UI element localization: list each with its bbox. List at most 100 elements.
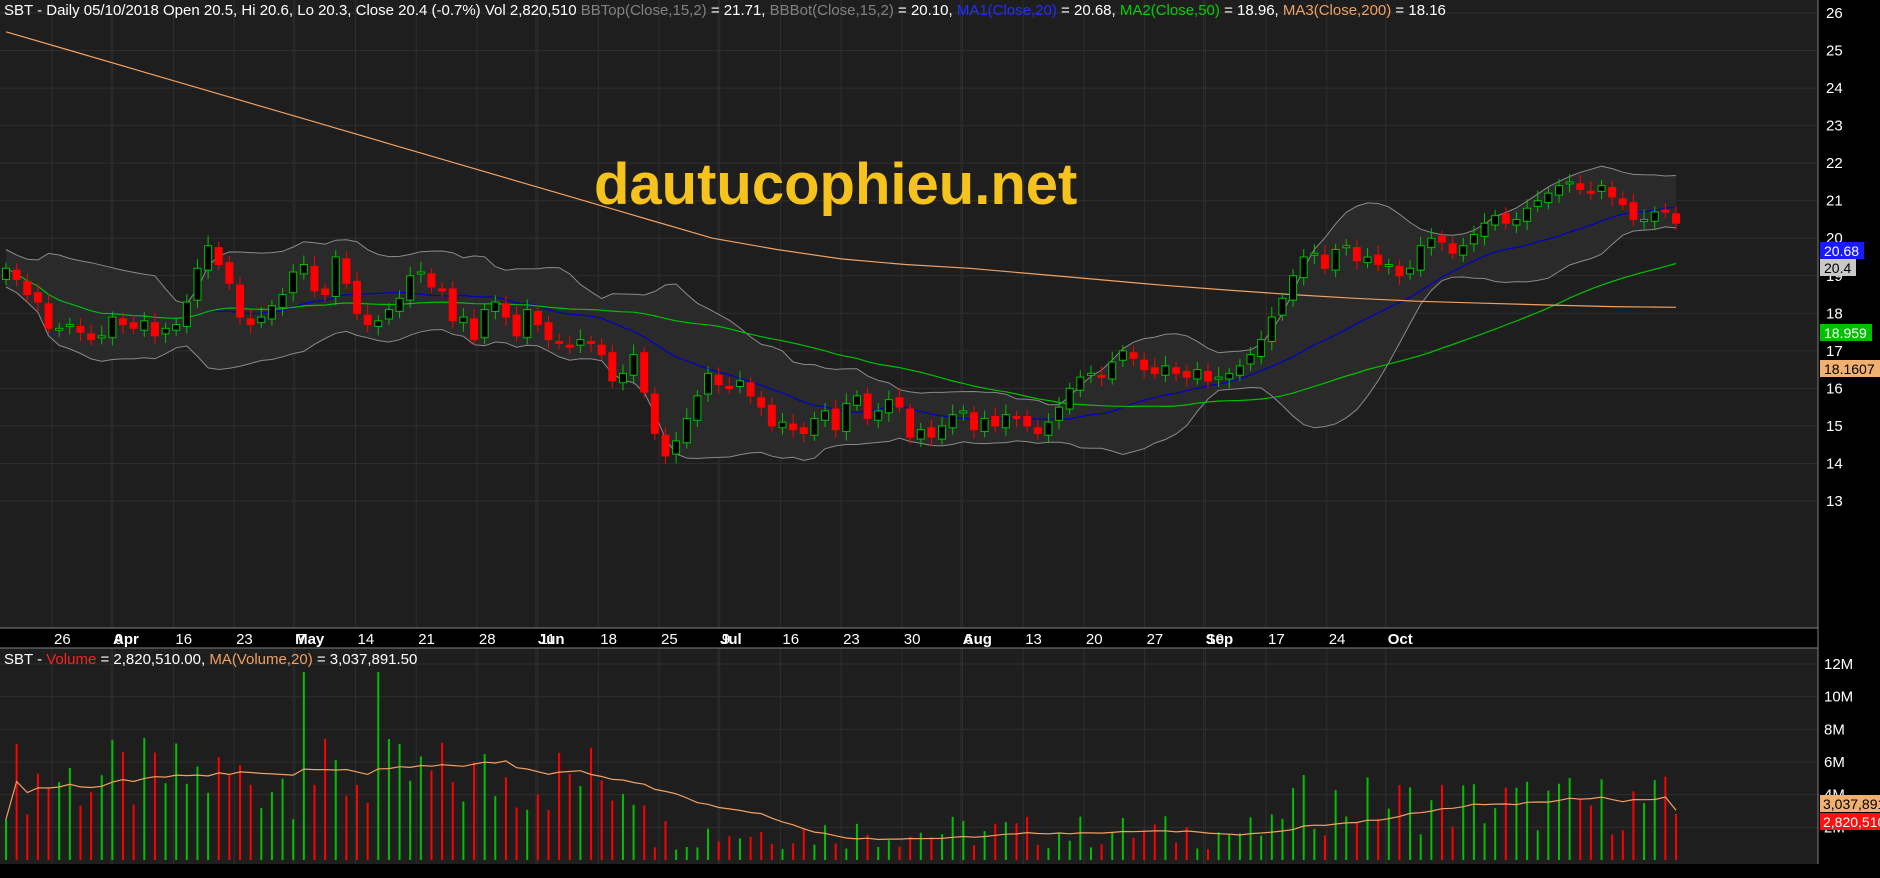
candle-down: [895, 397, 904, 408]
candle-down: [831, 408, 840, 431]
candle-up: [140, 320, 149, 331]
candle-down: [23, 280, 32, 296]
candle-up: [108, 316, 117, 339]
volume-tag-volume: 2,820,510: [1820, 813, 1880, 830]
candle-down: [565, 344, 574, 348]
volume-axis-tick: 12M: [1824, 656, 1853, 673]
candle-up: [1554, 185, 1563, 196]
candle-up: [1533, 200, 1542, 207]
header-ma1-value: = 20.68,: [1057, 2, 1120, 19]
candle-down: [608, 352, 617, 382]
candle-down: [640, 352, 649, 393]
candle-down: [129, 322, 138, 329]
svg-text:20.68: 20.68: [1824, 243, 1859, 259]
candle-down: [363, 314, 372, 326]
candle-up: [1384, 264, 1393, 268]
candle-up: [1565, 181, 1574, 185]
price-tag-ma2: 18.959: [1820, 324, 1872, 341]
candle-down: [650, 393, 659, 434]
candle-down: [1437, 235, 1446, 243]
candle-up: [1225, 372, 1234, 380]
candle-down: [150, 322, 159, 337]
x-axis-date-label: 18: [600, 631, 617, 648]
header-bbbot-label: BBBot(Close,15,2): [770, 2, 894, 19]
candle-up: [1650, 211, 1659, 222]
volume-tag-ma: 3,037,891: [1820, 795, 1880, 812]
volume-header-dash: -: [33, 651, 46, 668]
price-axis-tick: 24: [1826, 80, 1843, 97]
volume-header-label: Volume: [46, 651, 96, 668]
candle-up: [267, 305, 276, 320]
candle-down: [714, 374, 723, 386]
candle-up: [704, 372, 713, 395]
candle-up: [693, 395, 702, 421]
candle-up: [1289, 275, 1298, 301]
candle-up: [1044, 421, 1053, 436]
candle-up: [884, 399, 893, 414]
candle-down: [1618, 198, 1627, 205]
candle-up: [938, 425, 947, 440]
candle-up: [1597, 185, 1606, 192]
header-info: - Daily 05/10/2018 Open 20.5, Hi 20.6, L…: [33, 2, 581, 19]
candle-up: [1469, 233, 1478, 245]
header-ma3-label: MA3(Close,200): [1283, 2, 1391, 19]
x-axis-date-label: 6: [965, 631, 973, 648]
candle-up: [1523, 207, 1532, 222]
candle-up: [1076, 376, 1085, 391]
candle-up: [459, 316, 468, 324]
candle-down: [1172, 367, 1181, 374]
candle-up: [1214, 376, 1223, 380]
svg-text:2,820,510: 2,820,510: [1823, 814, 1880, 830]
candle-down: [767, 404, 776, 427]
header-ma2-label: MA2(Close,50): [1120, 2, 1220, 19]
price-axis-tick: 23: [1826, 118, 1843, 135]
candle-up: [1342, 245, 1351, 249]
x-axis-date-label: 9: [722, 631, 730, 648]
candle-down: [906, 408, 915, 438]
candle-up: [1278, 297, 1287, 316]
x-axis-date-label: 26: [54, 631, 71, 648]
candle-up: [161, 327, 170, 335]
candle-down: [246, 318, 255, 326]
candle-down: [448, 288, 457, 322]
candle-up: [1267, 316, 1276, 342]
x-axis-date-label: 11: [540, 631, 556, 648]
candle-up: [65, 324, 74, 328]
candle-down: [44, 303, 53, 329]
candle-down: [799, 427, 808, 434]
x-axis-date-label: 13: [1025, 631, 1042, 648]
candle-down: [587, 340, 596, 344]
x-axis-month-label: Oct: [1388, 631, 1413, 648]
candle-up: [682, 417, 691, 444]
candle-up: [852, 395, 861, 406]
candle-up: [916, 429, 925, 440]
candle-down: [470, 318, 479, 341]
candle-up: [948, 414, 957, 429]
candle-down: [969, 412, 978, 431]
candle-down: [1097, 374, 1106, 378]
candle-down: [1448, 243, 1457, 254]
candle-down: [555, 340, 564, 344]
svg-text:20.4: 20.4: [1824, 260, 1851, 276]
header-bbtop-value: = 21.71,: [707, 2, 770, 19]
candle-up: [416, 271, 425, 275]
candle-down: [991, 416, 1000, 427]
candle-up: [1246, 354, 1255, 365]
price-axis-tick: 25: [1826, 43, 1843, 60]
candle-up: [182, 301, 191, 327]
candle-down: [661, 434, 670, 457]
candle-down: [33, 292, 42, 303]
candle-up: [959, 410, 968, 414]
candle-up: [1544, 192, 1553, 204]
candle-up: [1086, 372, 1095, 376]
candle-down: [597, 344, 606, 356]
volume-header-ma-label: MA(Volume,20): [209, 651, 312, 668]
price-axis-tick: 18: [1826, 305, 1843, 322]
x-axis-date-label: 28: [479, 631, 496, 648]
x-axis-date-label: 20: [1086, 631, 1103, 648]
header-symbol: SBT: [4, 2, 33, 19]
candle-up: [1001, 414, 1010, 429]
candle-down: [1150, 367, 1159, 374]
volume-axis-tick: 6M: [1824, 754, 1845, 771]
candle-down: [310, 265, 319, 292]
